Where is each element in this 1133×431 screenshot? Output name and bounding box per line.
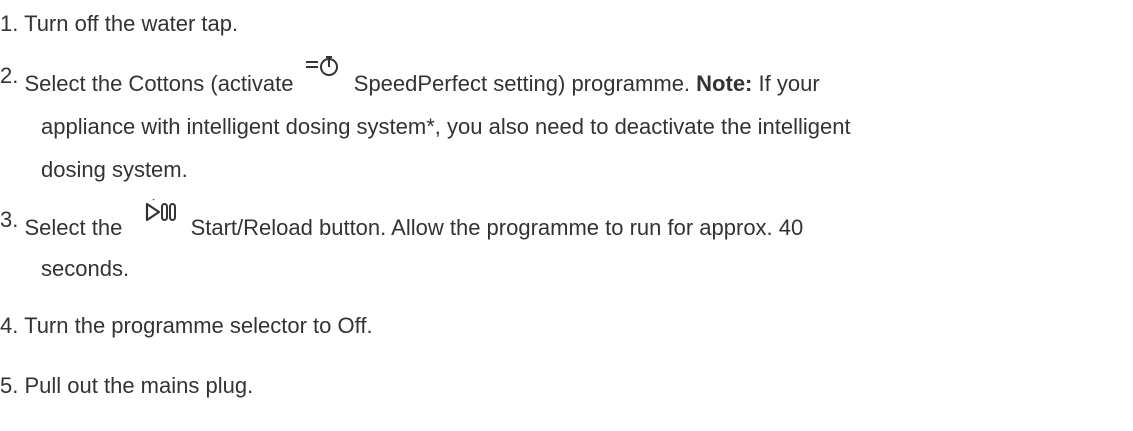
step-number: 1. [0,11,19,36]
step-2: 2. Select the Cottons (activate SpeedPer… [0,56,820,103]
step-text-line1-post: SpeedPerfect setting) programme. [353,71,691,96]
step-2-line-2: appliance with intelligent dosing system… [41,108,851,146]
step-text-line1-pre: Select the [24,215,123,240]
step-number: 5. [0,373,19,398]
step-1: 1. Turn off the water tap. [0,5,238,43]
step-text: Pull out the mains plug. [24,373,254,398]
step-3: 3. Select the Start/Reload button. Allow… [0,199,804,247]
start-reload-icon [144,199,178,223]
step-4: 4. Turn the programme selector to Off. [0,307,373,345]
step-text-line2: seconds. [41,256,130,281]
step-number: 3. [0,207,19,232]
step-text-line1-pre: Select the Cottons (activate [24,71,294,96]
step-text: Turn the programme selector to Off. [24,313,373,338]
step-2-line-3: dosing system. [41,151,188,189]
step-text-line3: dosing system. [41,157,188,182]
step-3-line-2: seconds. [41,250,129,288]
step-number: 2. [0,63,19,88]
note-label: Note: [696,71,753,96]
step-number: 4. [0,313,19,338]
step-text-line1-post: Start/Reload button. Allow the programme… [190,215,804,240]
speedperfect-icon [304,55,342,77]
step-text: Turn off the water tap. [24,11,239,36]
instruction-list: 1. Turn off the water tap. 2. Select the… [0,0,1133,431]
step-5: 5. Pull out the mains plug. [0,367,253,405]
step-text-line1-tail: If your [758,71,820,96]
step-text-line2: appliance with intelligent dosing system… [41,114,851,139]
